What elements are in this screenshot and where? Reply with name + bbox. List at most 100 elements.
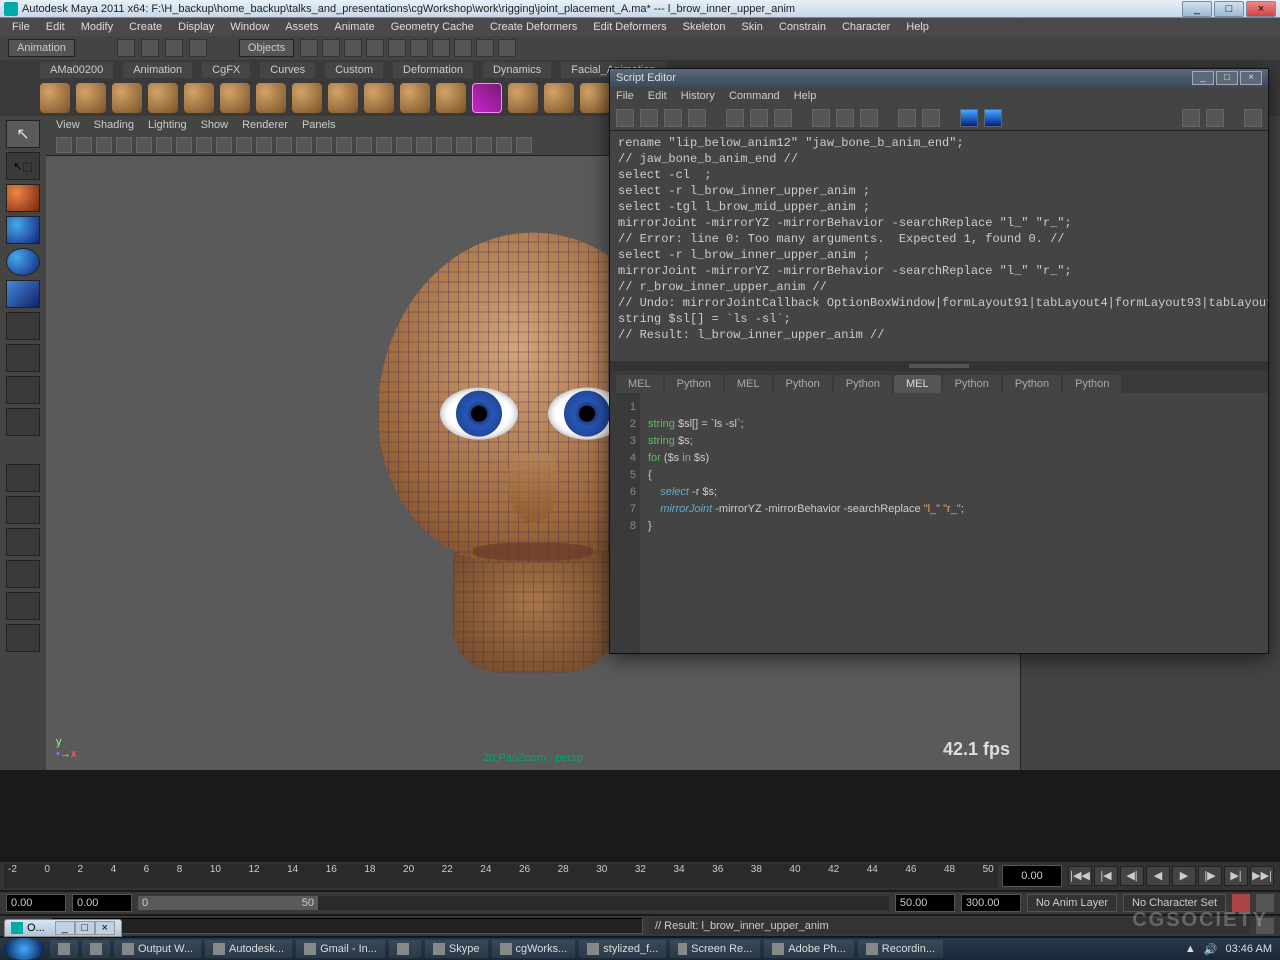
se-icon[interactable] — [688, 109, 706, 127]
se-execute-all-icon[interactable] — [960, 109, 978, 127]
taskbar-item[interactable]: stylized_f... — [579, 940, 666, 958]
se-icon[interactable] — [774, 109, 792, 127]
vp-icon[interactable] — [136, 137, 152, 153]
range-slider[interactable]: 050 — [138, 896, 889, 910]
menu-skeleton[interactable]: Skeleton — [675, 21, 734, 33]
layout-persp[interactable] — [6, 560, 40, 588]
play-back-button[interactable]: ◀ — [1146, 866, 1170, 886]
shelf-tab[interactable]: Animation — [123, 62, 192, 78]
scale-tool[interactable] — [6, 280, 40, 308]
script-tab[interactable]: MEL — [725, 375, 772, 393]
menu-animate[interactable]: Animate — [326, 21, 382, 33]
layout-outliner[interactable] — [6, 528, 40, 556]
maximize-button[interactable]: □ — [1214, 1, 1244, 17]
vp-icon[interactable] — [176, 137, 192, 153]
rotate-tool[interactable] — [6, 248, 40, 276]
vp-icon[interactable] — [216, 137, 232, 153]
current-frame-field[interactable]: 0.00 — [1002, 865, 1062, 887]
layout-graph[interactable] — [6, 624, 40, 652]
vp-icon[interactable] — [236, 137, 252, 153]
shelf-icon[interactable] — [364, 83, 394, 113]
tray-icon[interactable]: ▲ — [1185, 943, 1196, 955]
minimize-button[interactable]: _ — [1182, 1, 1212, 17]
se-icon[interactable] — [750, 109, 768, 127]
vp-icon[interactable] — [496, 137, 512, 153]
se-clear-icon[interactable] — [726, 109, 744, 127]
vp-icon[interactable] — [116, 137, 132, 153]
toolbar-icon[interactable] — [300, 39, 318, 57]
vp-icon[interactable] — [336, 137, 352, 153]
shelf-icon[interactable] — [148, 83, 178, 113]
menu-create-deformers[interactable]: Create Deformers — [482, 21, 585, 33]
toolbar-icon[interactable] — [388, 39, 406, 57]
shelf-tab[interactable]: Deformation — [393, 62, 473, 78]
menu-edit[interactable]: Edit — [38, 21, 73, 33]
script-tab[interactable]: MEL — [894, 375, 941, 393]
layout-hyper[interactable] — [6, 592, 40, 620]
vp-icon[interactable] — [476, 137, 492, 153]
vp-menu-item[interactable]: Renderer — [242, 119, 288, 131]
time-slider[interactable]: -202468101214161820222426283032343638404… — [0, 862, 1280, 890]
shelf-tab[interactable]: CgFX — [202, 62, 250, 78]
menu-constrain[interactable]: Constrain — [771, 21, 834, 33]
vp-icon[interactable] — [56, 137, 72, 153]
range-start-field[interactable]: 0.00 — [6, 894, 66, 912]
shelf-icon[interactable] — [256, 83, 286, 113]
taskbar-item[interactable] — [389, 940, 421, 958]
shelf-icon[interactable] — [328, 83, 358, 113]
range-end-field[interactable]: 300.00 — [961, 894, 1021, 912]
step-fwd-button[interactable]: ▶| — [1224, 866, 1248, 886]
taskbar-item[interactable]: Gmail - In... — [296, 940, 385, 958]
se-menu-item[interactable]: Edit — [648, 90, 667, 102]
toolbar-icon[interactable] — [344, 39, 362, 57]
layout-tool[interactable] — [6, 408, 40, 436]
script-history[interactable]: rename "lip_below_anim12" "jaw_bone_b_an… — [610, 131, 1268, 361]
menu-file[interactable]: File — [4, 21, 38, 33]
manip-tool[interactable] — [6, 312, 40, 340]
selection-mode-dropdown[interactable]: Objects — [239, 39, 294, 57]
vp-icon[interactable] — [376, 137, 392, 153]
last-tool[interactable] — [6, 376, 40, 404]
taskbar-item[interactable] — [50, 940, 78, 958]
tray-icon[interactable]: 🔊 — [1204, 943, 1218, 956]
se-icon[interactable] — [1206, 109, 1224, 127]
menu-assets[interactable]: Assets — [277, 21, 326, 33]
code-text[interactable]: string $sl[] = `ls -sl`; string $s; for … — [640, 393, 1268, 653]
script-tab[interactable]: Python — [665, 375, 723, 393]
close-button[interactable]: × — [1246, 1, 1276, 17]
taskbar-item[interactable]: Skype — [425, 940, 488, 958]
shelf-icon[interactable] — [292, 83, 322, 113]
se-maximize-button[interactable]: □ — [1216, 71, 1238, 85]
vp-icon[interactable] — [436, 137, 452, 153]
menu-edit-deformers[interactable]: Edit Deformers — [585, 21, 674, 33]
script-editor-titlebar[interactable]: Script Editor _ □ × — [610, 69, 1268, 87]
shelf-icon[interactable] — [544, 83, 574, 113]
go-start-button[interactable]: |◀◀ — [1068, 866, 1092, 886]
toolbar-icon[interactable] — [189, 39, 207, 57]
move-tool[interactable] — [6, 216, 40, 244]
vp-icon[interactable] — [256, 137, 272, 153]
taskbar-item[interactable]: Recordin... — [858, 940, 943, 958]
toolbar-icon[interactable] — [410, 39, 428, 57]
vp-icon[interactable] — [76, 137, 92, 153]
next-key-button[interactable]: |▶ — [1198, 866, 1222, 886]
menu-skin[interactable]: Skin — [733, 21, 770, 33]
menu-window[interactable]: Window — [222, 21, 277, 33]
vp-icon[interactable] — [396, 137, 412, 153]
shelf-tab[interactable]: Dynamics — [483, 62, 551, 78]
shelf-icon[interactable] — [184, 83, 214, 113]
se-menu-item[interactable]: Command — [729, 90, 780, 102]
script-tab[interactable]: Python — [1003, 375, 1061, 393]
toolbar-icon[interactable] — [498, 39, 516, 57]
timeline-ruler[interactable]: -202468101214161820222426283032343638404… — [4, 864, 998, 888]
anim-layer-dropdown[interactable]: No Anim Layer — [1027, 894, 1117, 912]
splitter-handle[interactable] — [909, 364, 969, 368]
range-inner-end-field[interactable]: 50.00 — [895, 894, 955, 912]
menu-create[interactable]: Create — [121, 21, 170, 33]
vp-icon[interactable] — [416, 137, 432, 153]
go-end-button[interactable]: ▶▶| — [1250, 866, 1274, 886]
soft-mod-tool[interactable] — [6, 344, 40, 372]
step-back-button[interactable]: |◀ — [1094, 866, 1118, 886]
se-icon[interactable] — [1244, 109, 1262, 127]
script-tab[interactable]: MEL — [616, 375, 663, 393]
